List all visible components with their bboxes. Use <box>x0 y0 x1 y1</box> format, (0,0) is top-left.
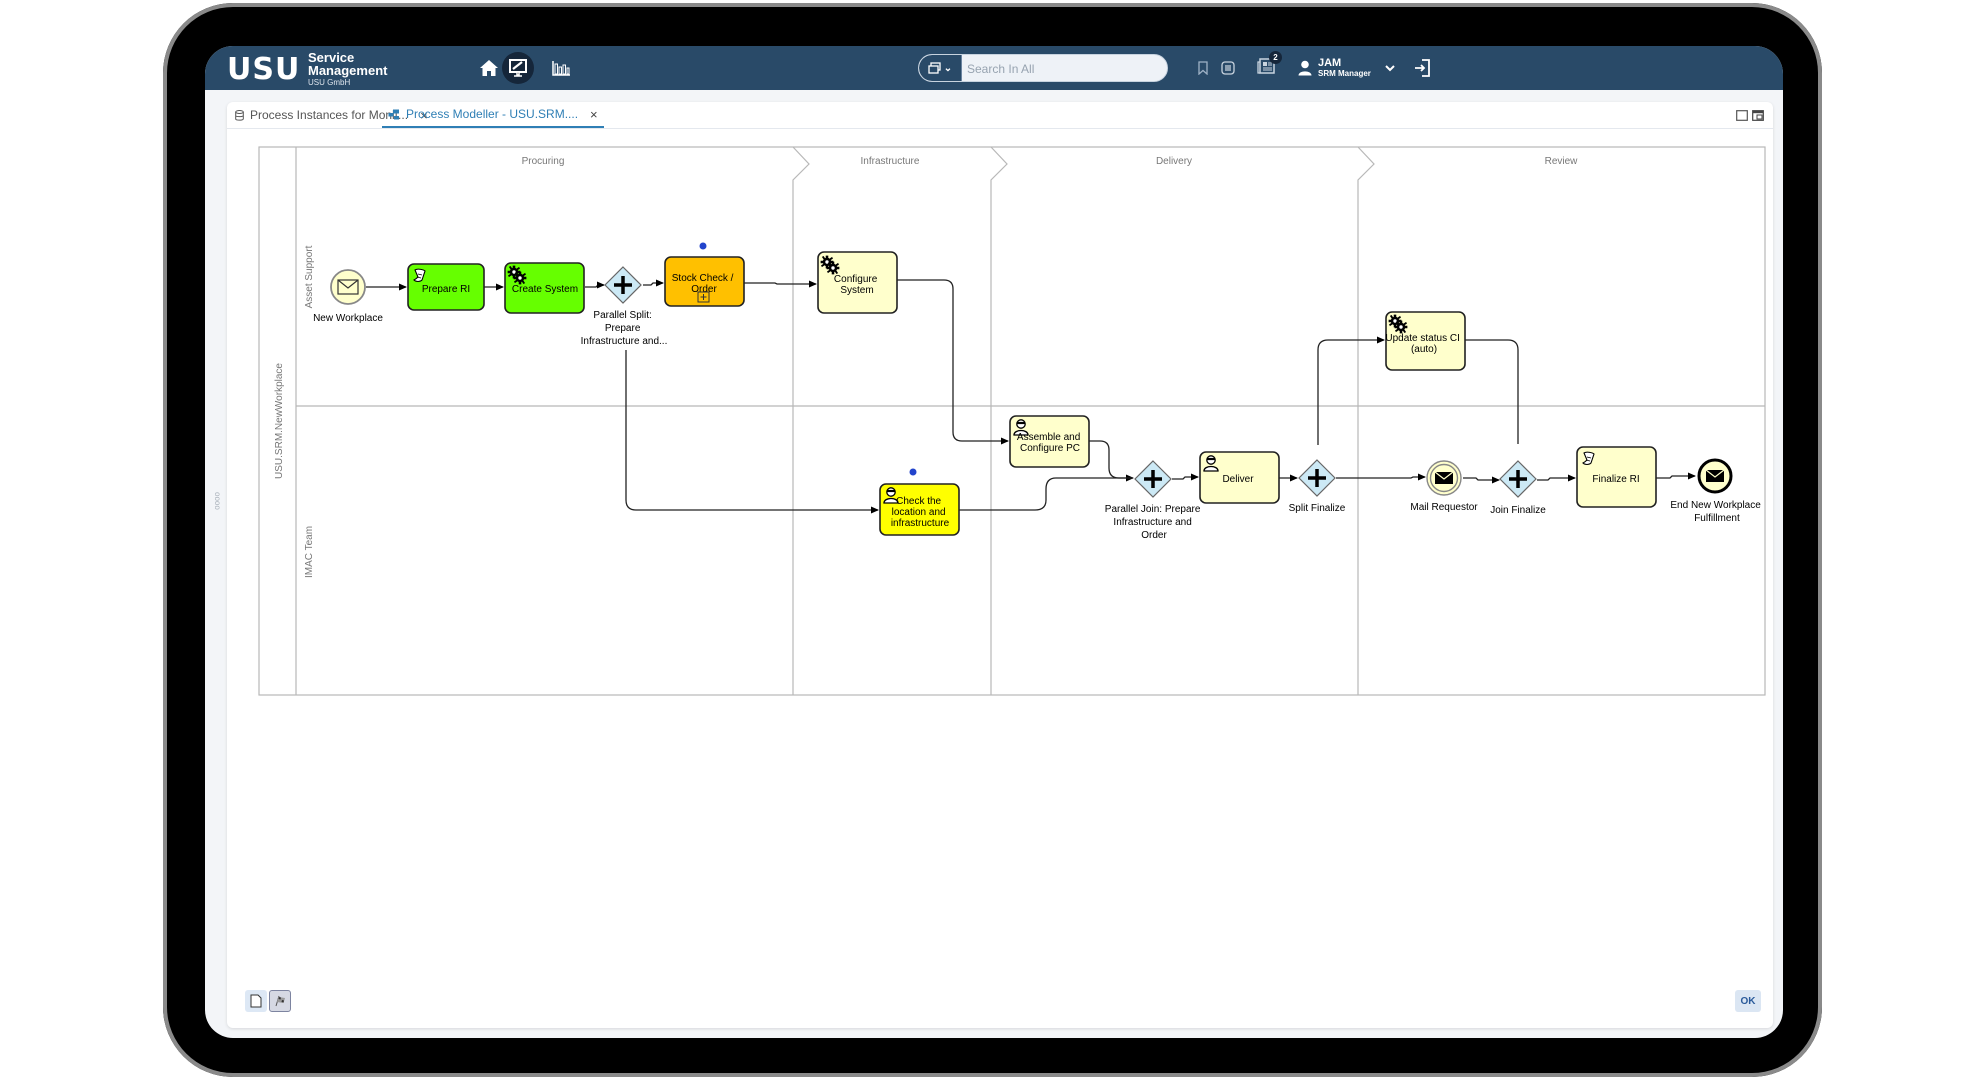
node-label: Create System <box>512 284 578 295</box>
node-label: Check the location and infrastructure <box>891 496 950 529</box>
phase-label-procuring: Procuring <box>522 156 565 167</box>
node-label: Deliver <box>1222 474 1254 485</box>
task-create-system[interactable]: Create System <box>504 262 585 314</box>
task-prepare-ri[interactable]: Prepare RI <box>407 263 485 311</box>
node-label: Split Finalize <box>1289 503 1346 514</box>
phase-label-infrastructure: Infrastructure <box>861 156 920 167</box>
phase-label-delivery: Delivery <box>1156 156 1192 167</box>
token-marker <box>909 468 917 476</box>
node-label: Prepare RI <box>422 284 470 295</box>
node-label: Mail Requestor <box>1410 502 1478 513</box>
task-assemble-configure-pc[interactable]: Assemble and Configure PC <box>1009 415 1090 468</box>
envelope-filled-icon <box>1434 471 1454 484</box>
node-label: Configure System <box>834 274 880 296</box>
task-configure-system[interactable]: Configure System <box>817 251 898 314</box>
token-marker <box>699 242 707 250</box>
lane-label-imac-team: IMAC Team <box>304 526 315 578</box>
lane-label-asset-support: Asset Support <box>304 245 315 308</box>
task-finalize-ri[interactable]: Finalize RI <box>1576 446 1657 508</box>
node-label: New Workplace <box>313 313 383 324</box>
node-label: Assemble and Configure PC <box>1017 432 1083 454</box>
task-deliver[interactable]: Deliver <box>1199 451 1280 504</box>
envelope-filled-icon <box>1705 469 1725 482</box>
bpmn-diagram: USU.SRM.NewWorkplace Asset Support IMAC … <box>258 146 1766 696</box>
node-label: Finalize RI <box>1592 474 1639 485</box>
node-label: Join Finalize <box>1490 505 1546 516</box>
phase-label-review: Review <box>1545 156 1579 167</box>
task-update-status-ci[interactable]: Update status CI (auto) <box>1385 311 1466 371</box>
pool-label: USU.SRM.NewWorkplace <box>274 363 285 479</box>
